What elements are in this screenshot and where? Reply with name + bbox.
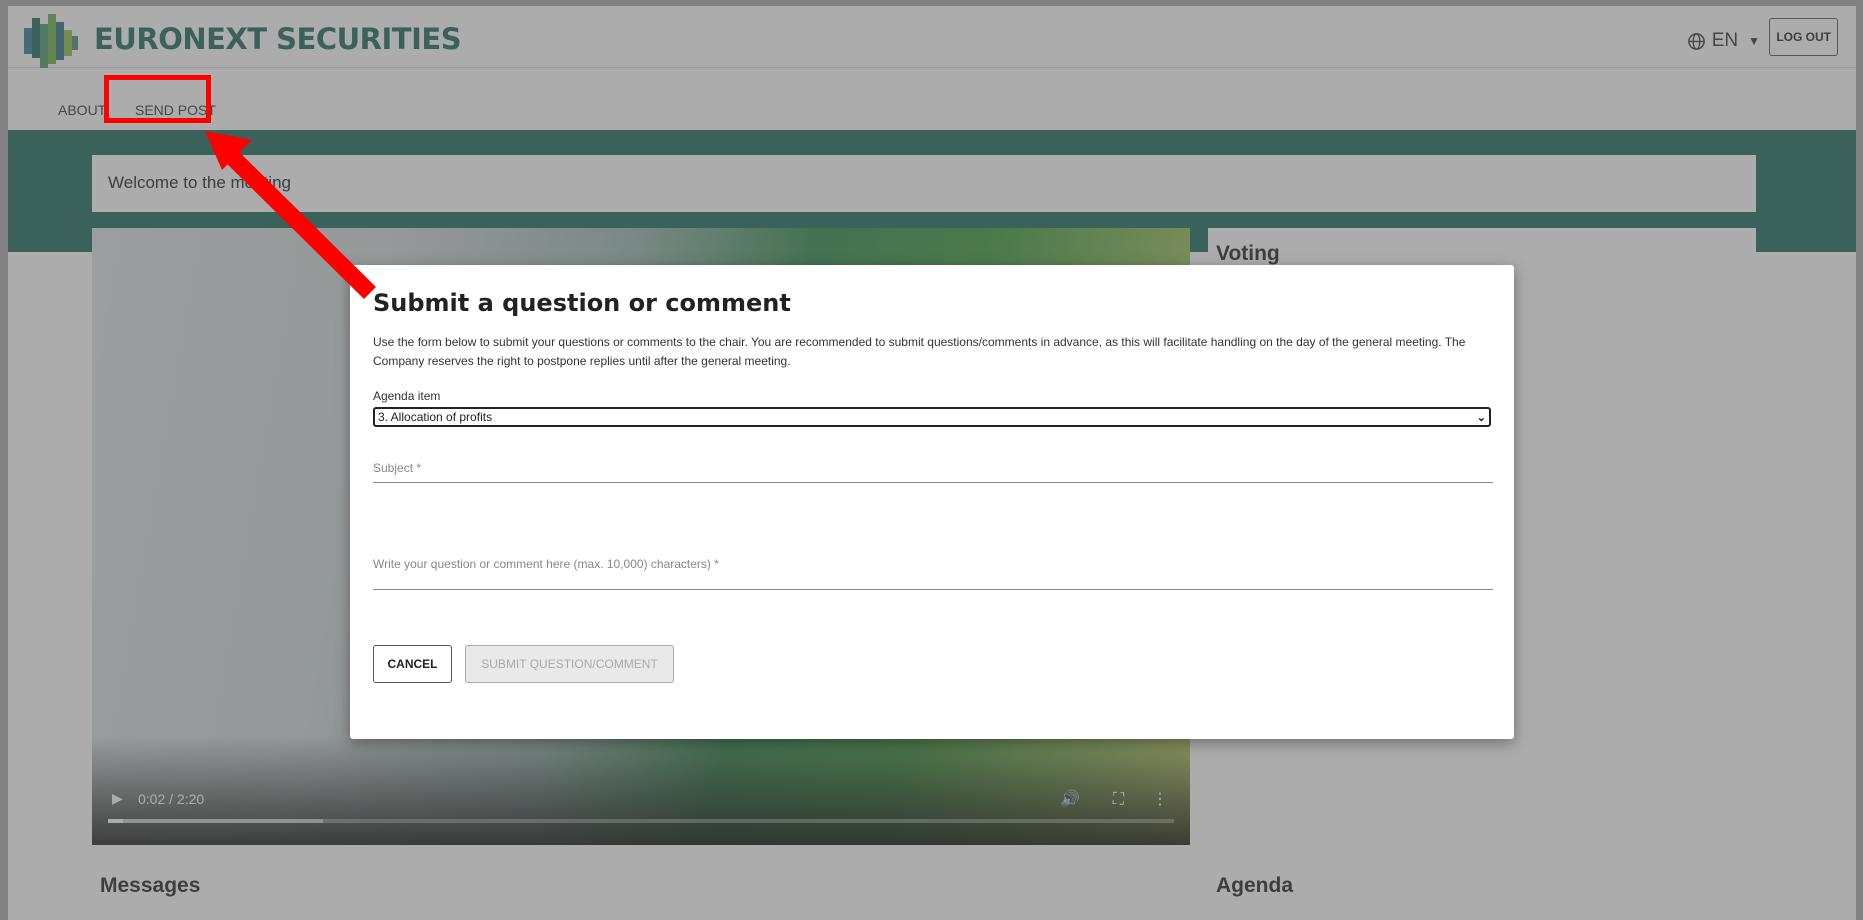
- subject-input[interactable]: Subject *: [373, 461, 1493, 483]
- comment-textarea[interactable]: Write your question or comment here (max…: [373, 557, 1493, 590]
- agenda-item-selected-value: 3. Allocation of profits: [378, 410, 493, 424]
- subject-placeholder: Subject *: [373, 461, 422, 475]
- comment-placeholder: Write your question or comment here (max…: [373, 557, 719, 571]
- agenda-item-select[interactable]: 3. Allocation of profits ⌄: [373, 407, 1491, 427]
- chevron-down-icon: ⌄: [1476, 411, 1486, 424]
- submit-question-dialog: Submit a question or comment Use the for…: [350, 265, 1514, 739]
- dialog-title: Submit a question or comment: [373, 289, 791, 317]
- agenda-item-label: Agenda item: [373, 389, 441, 403]
- submit-question-button[interactable]: SUBMIT QUESTION/COMMENT: [465, 645, 674, 683]
- cancel-button[interactable]: CANCEL: [373, 645, 452, 683]
- send-post-highlight: [104, 75, 211, 123]
- dialog-description: Use the form below to submit your questi…: [373, 335, 1466, 368]
